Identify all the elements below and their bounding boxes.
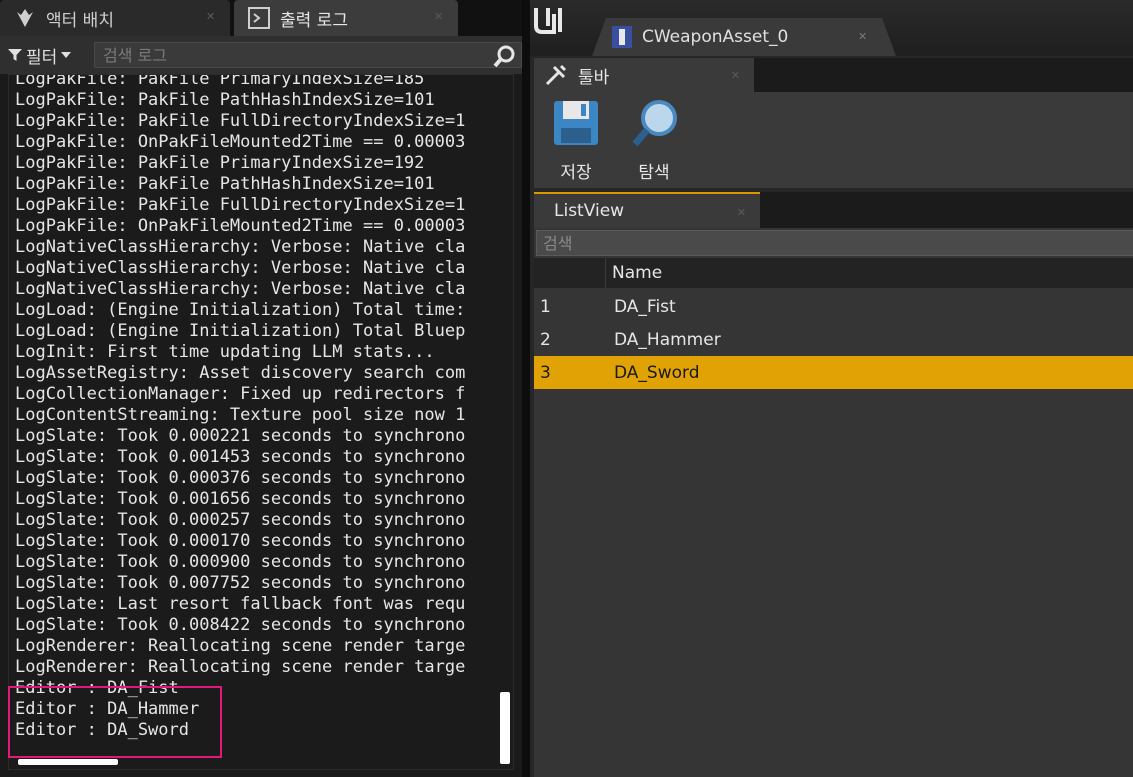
log-output[interactable]: LogPakFile: PakFile PrimaryIndexSize=185… [8,74,514,770]
row-index: 1 [540,297,551,317]
log-line: LogLoad: (Engine Initialization) Total B… [15,321,466,341]
highlight-box [8,686,222,758]
row-name: DA_Fist [614,297,676,317]
save-icon [551,98,601,148]
log-line: LogSlate: Took 0.007752 seconds to synch… [15,573,466,593]
close-icon[interactable]: ✕ [737,206,746,219]
log-line: LogAssetRegistry: Asset discovery search… [15,363,466,383]
list-item[interactable]: 1 DA_Fist [534,290,1133,323]
search-icon[interactable] [493,44,517,72]
tab-toolbar[interactable]: 툴바 ✕ [534,58,754,92]
row-index: 2 [540,330,551,350]
log-line: LogSlate: Took 0.008422 seconds to synch… [15,615,466,635]
log-line: LogNativeClassHierarchy: Verbose: Native… [15,237,466,257]
log-line: LogSlate: Took 0.001453 seconds to synch… [15,447,466,467]
log-line: LogRenderer: Reallocating scene render t… [15,657,466,677]
listview-tab-strip: ListView ✕ [534,192,1133,228]
row-name: DA_Hammer [614,330,721,350]
log-line: LogSlate: Took 0.000221 seconds to synch… [15,426,466,446]
browse-button[interactable]: 탐색 [618,92,688,188]
log-line: LogPakFile: OnPakFileMounted2Time == 0.0… [15,132,466,152]
log-line: LogPakFile: PakFile PathHashIndexSize=10… [15,174,435,194]
toolbar-tab-strip: 툴바 ✕ [534,58,1133,92]
save-label: 저장 [560,163,592,183]
log-line: LogPakFile: PakFile PrimaryIndexSize=185 [15,74,425,89]
index-column-header[interactable] [534,258,606,288]
tab-place-actors-label: 액터 배치 [46,10,114,31]
row-name: DA_Sword [614,363,700,383]
tab-output-log[interactable]: 출력 로그 ✕ [234,0,458,36]
row-index: 3 [540,363,551,383]
name-column-header[interactable]: Name [612,263,662,283]
tools-icon [545,64,567,86]
log-line: LogCollectionManager: Fixed up redirecto… [15,384,466,404]
listview-header: Name [534,258,1133,288]
chevron-down-icon [61,52,72,58]
log-line: LogNativeClassHierarchy: Verbose: Native… [15,258,466,278]
list-item[interactable]: 3 DA_Sword [534,356,1133,389]
panel-divider[interactable] [522,0,530,777]
tab-output-log-label: 출력 로그 [280,10,348,31]
filter-button[interactable]: 필터 [8,42,73,68]
log-line: LogSlate: Last resort fallback font was … [15,594,466,614]
close-icon[interactable]: ✕ [858,30,867,43]
log-filter-bar: 필터 [0,36,522,74]
listview: Name 1 DA_Fist 2 DA_Hammer 3 DA_Sword [534,228,1133,777]
asset-tab-label: CWeaponAsset_0 [642,27,789,47]
output-log-panel: 액터 배치 ✕ 출력 로그 ✕ 필터 LogPakFile: PakFile P… [0,0,522,777]
log-line: LogPakFile: OnPakFileMounted2Time == 0.0… [15,216,466,236]
log-line: LogPakFile: PakFile PrimaryIndexSize=192 [15,153,425,173]
output-log-icon [246,5,272,31]
toolbar: 저장 탐색 [534,92,1133,188]
editor-title-bar: CWeaponAsset_0 ✕ [530,0,1133,56]
close-icon[interactable]: ✕ [731,69,740,82]
log-search-box[interactable] [94,42,522,68]
browse-label: 탐색 [638,163,670,183]
save-button[interactable]: 저장 [540,92,610,188]
tab-place-actors[interactable]: 액터 배치 ✕ [0,0,230,36]
asset-tab[interactable]: CWeaponAsset_0 ✕ [592,18,896,56]
browse-icon [629,98,679,148]
data-asset-icon [610,25,634,49]
log-search-input[interactable] [103,45,483,65]
close-icon[interactable]: ✕ [434,11,444,22]
close-icon[interactable]: ✕ [206,11,216,22]
log-line: LogSlate: Took 0.000900 seconds to synch… [15,552,466,572]
log-line: LogNativeClassHierarchy: Verbose: Native… [15,279,466,299]
asset-editor-panel: CWeaponAsset_0 ✕ 툴바 ✕ 저장 탐색 ListView ✕ 검… [530,0,1133,777]
log-line: LogInit: First time updating LLM stats..… [15,342,435,362]
funnel-icon [8,49,22,61]
log-line: LogContentStreaming: Texture pool size n… [15,405,466,425]
tab-listview[interactable]: ListView ✕ [534,192,760,228]
log-line: LogSlate: Took 0.000257 seconds to synch… [15,510,466,530]
log-line: LogSlate: Took 0.001656 seconds to synch… [15,489,466,509]
listview-search-input[interactable] [543,233,1103,253]
vertical-scrollbar[interactable] [500,692,510,764]
log-line: LogSlate: Took 0.000170 seconds to synch… [15,531,466,551]
filter-label: 필터 [26,47,58,68]
log-line: LogPakFile: PakFile PathHashIndexSize=10… [15,90,435,110]
list-item[interactable]: 2 DA_Hammer [534,323,1133,356]
log-line: LogSlate: Took 0.000376 seconds to synch… [15,468,466,488]
left-tab-bar: 액터 배치 ✕ 출력 로그 ✕ [0,0,522,36]
log-line: LogPakFile: PakFile FullDirectoryIndexSi… [15,111,466,131]
placement-icon [12,5,38,31]
horizontal-scrollbar[interactable] [18,759,118,765]
tab-toolbar-label: 툴바 [578,67,610,88]
tab-listview-label: ListView [554,201,625,221]
log-line: LogRenderer: Reallocating scene render t… [15,636,466,656]
log-line: LogPakFile: PakFile FullDirectoryIndexSi… [15,195,466,215]
listview-search-box[interactable] [536,230,1133,256]
unreal-logo-icon [530,2,566,38]
log-line: LogLoad: (Engine Initialization) Total t… [15,300,466,320]
